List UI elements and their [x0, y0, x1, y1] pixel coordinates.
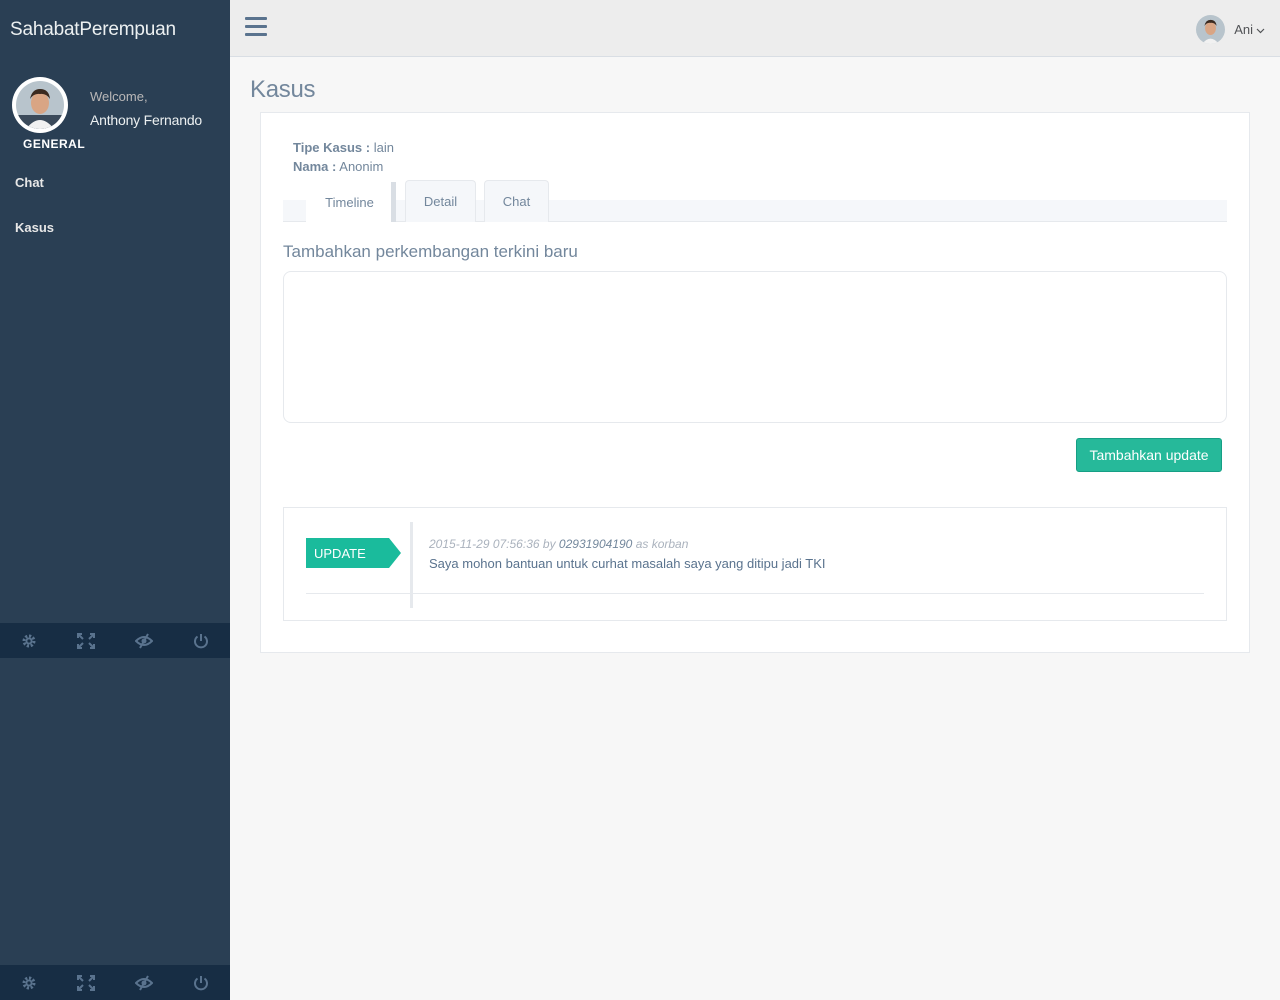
page-title: Kasus — [250, 76, 316, 103]
tab-chat[interactable]: Chat — [484, 180, 549, 222]
chevron-down-icon — [1256, 21, 1265, 39]
tab-detail[interactable]: Detail — [405, 180, 476, 222]
power-icon[interactable] — [173, 965, 231, 1000]
fullscreen-icon[interactable] — [58, 965, 116, 1000]
timeline-role: as korban — [635, 537, 689, 551]
case-type-label: Tipe Kasus — [293, 140, 363, 155]
case-type-row: Tipe Kasus : lain — [293, 140, 394, 155]
update-form-label: Tambahkan perkembangan terkini baru — [283, 242, 578, 261]
tab-divider — [391, 182, 396, 222]
brand-title[interactable]: SahabatPerempuan — [10, 19, 176, 41]
sidebar-footer-toolbar — [0, 965, 230, 1000]
timeline-tag: UPDATE — [306, 538, 401, 568]
user-menu[interactable]: Ani — [1196, 15, 1265, 44]
timeline-list: UPDATE 2015-11-29 07:56:36 by 0293190419… — [283, 507, 1227, 621]
avatar — [1196, 15, 1226, 44]
user-menu-name: Ani — [1234, 22, 1253, 37]
sidebar-item-kasus[interactable]: Kasus — [15, 220, 54, 235]
settings-icon[interactable] — [0, 623, 58, 658]
welcome-text: Welcome, — [90, 89, 148, 104]
sidebar-item-chat[interactable]: Chat — [15, 175, 44, 190]
sidebar-username: Anthony Fernando — [90, 112, 202, 128]
tab-timeline[interactable]: Timeline — [306, 180, 393, 223]
power-icon[interactable] — [173, 623, 231, 658]
menu-section-title: GENERAL — [23, 137, 86, 151]
hamburger-icon[interactable] — [245, 17, 267, 37]
sidebar-footer-toolbar — [0, 623, 230, 658]
profile-avatar — [12, 77, 68, 133]
settings-icon[interactable] — [0, 965, 58, 1000]
timeline-divider — [410, 522, 413, 608]
case-type-value: lain — [373, 140, 394, 155]
eye-slash-icon[interactable] — [115, 623, 173, 658]
timeline-meta: 2015-11-29 07:56:36 by 02931904190 as ko… — [429, 537, 688, 551]
timeline-text: Saya mohon bantuan untuk curhat masalah … — [429, 556, 826, 571]
add-update-button[interactable]: Tambahkan update — [1076, 438, 1222, 472]
eye-slash-icon[interactable] — [115, 965, 173, 1000]
case-name-value: Anonim — [339, 159, 384, 174]
timeline-by: by — [542, 537, 556, 551]
case-name-label: Nama — [293, 159, 329, 174]
timeline-separator — [306, 593, 1204, 594]
fullscreen-icon[interactable] — [58, 623, 116, 658]
case-panel: Tipe Kasus : lain Nama : Anonim Timeline… — [260, 112, 1250, 653]
top-navbar: Ani — [230, 0, 1280, 57]
timeline-author[interactable]: 02931904190 — [559, 537, 632, 551]
update-textarea[interactable] — [283, 271, 1227, 423]
sidebar: SahabatPerempuan Welcome, Anthony Fernan… — [0, 0, 230, 1000]
timeline-timestamp: 2015-11-29 07:56:36 — [429, 537, 540, 551]
case-name-row: Nama : Anonim — [293, 159, 384, 174]
